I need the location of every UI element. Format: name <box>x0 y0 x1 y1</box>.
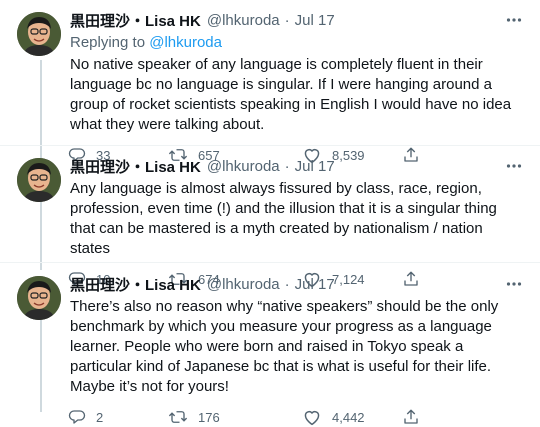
separator-dot: · <box>284 11 290 29</box>
tweet-date[interactable]: Jul 17 <box>295 158 335 175</box>
reply-button[interactable]: 2 <box>68 408 168 426</box>
tweet-header: 黒田理沙・Lisa HK @lhkuroda · Jul 17 <box>70 156 524 176</box>
share-icon <box>402 408 420 426</box>
retweet-button[interactable]: 176 <box>168 408 302 426</box>
avatar[interactable] <box>17 276 61 320</box>
avatar[interactable] <box>17 12 61 56</box>
separator-dot: · <box>284 275 290 293</box>
replying-to: Replying to @lhkuroda <box>70 34 524 52</box>
separator-dot: · <box>284 157 290 175</box>
tweet-date[interactable]: Jul 17 <box>295 276 335 293</box>
display-name[interactable]: 黒田理沙・Lisa HK <box>70 156 201 177</box>
tweet[interactable]: 黒田理沙・Lisa HK @lhkuroda · Jul 17 Replying… <box>0 0 540 164</box>
tweet-text: Any language is almost always fissured b… <box>70 180 497 257</box>
user-handle[interactable]: @lhkuroda <box>207 12 280 29</box>
replying-to-label: Replying to <box>70 34 150 51</box>
reply-icon <box>68 408 86 426</box>
more-icon[interactable] <box>504 156 524 176</box>
user-handle[interactable]: @lhkuroda <box>207 276 280 293</box>
tweet[interactable]: 黒田理沙・Lisa HK @lhkuroda · Jul 17 Any lang… <box>0 146 540 288</box>
like-button[interactable]: 4,442 <box>302 408 402 426</box>
more-icon[interactable] <box>504 274 524 294</box>
tweet-actions: 2 176 4,442 <box>68 407 524 427</box>
avatar[interactable] <box>17 158 61 202</box>
user-handle[interactable]: @lhkuroda <box>207 158 280 175</box>
tweet-header: 黒田理沙・Lisa HK @lhkuroda · Jul 17 <box>70 10 524 30</box>
share-button[interactable] <box>402 408 420 426</box>
tweet-date[interactable]: Jul 17 <box>295 12 335 29</box>
display-name[interactable]: 黒田理沙・Lisa HK <box>70 10 201 31</box>
heart-icon <box>302 408 322 426</box>
tweet-text: There’s also no reason why “native speak… <box>70 298 499 395</box>
tweet[interactable]: 黒田理沙・Lisa HK @lhkuroda · Jul 17 There’s … <box>0 264 540 426</box>
replying-to-mention[interactable]: @lhkuroda <box>149 34 222 51</box>
retweet-icon <box>168 408 188 426</box>
display-name[interactable]: 黒田理沙・Lisa HK <box>70 274 201 295</box>
tweet-header: 黒田理沙・Lisa HK @lhkuroda · Jul 17 <box>70 274 524 294</box>
more-icon[interactable] <box>504 10 524 30</box>
tweet-text: No native speaker of any language is com… <box>70 56 512 133</box>
divider <box>0 262 540 263</box>
